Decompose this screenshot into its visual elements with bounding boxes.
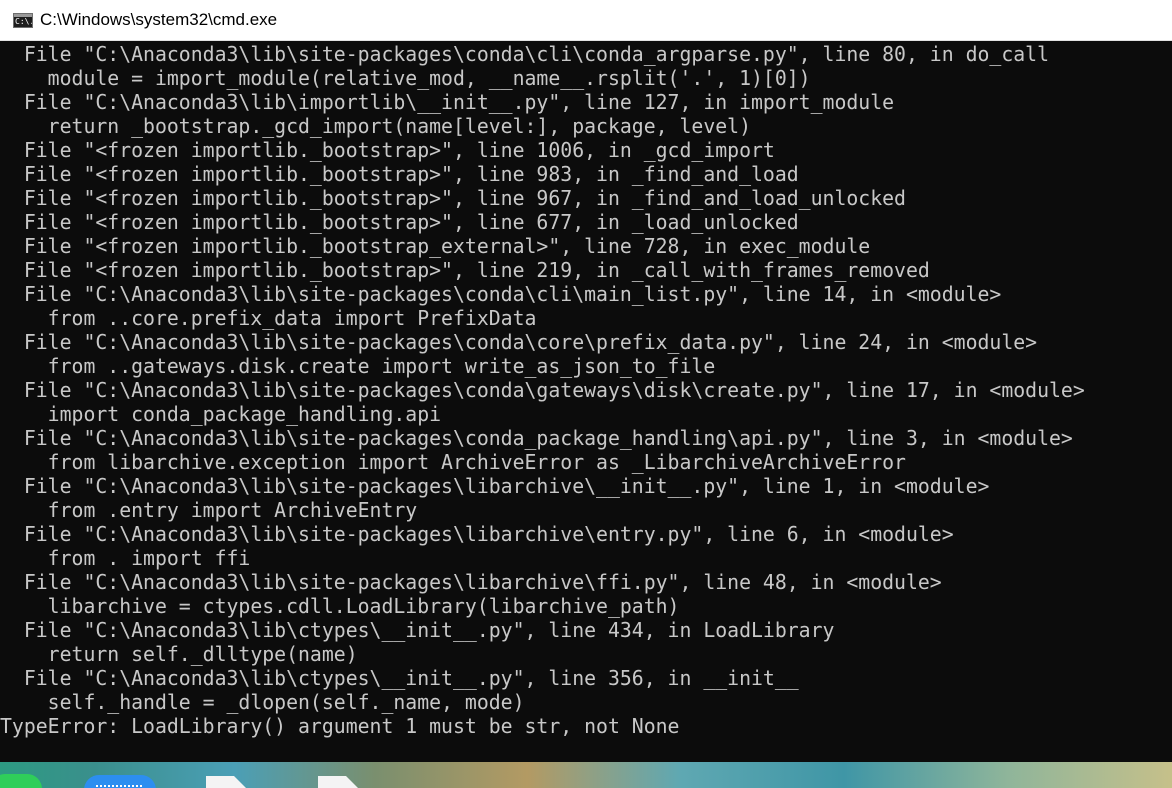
console-line-5: File "<frozen importlib._bootstrap>", li… (0, 138, 775, 162)
console-line-3: File "C:\Anaconda3\lib\importlib\__init_… (0, 90, 895, 114)
console-line-14: from ..gateways.disk.create import write… (0, 354, 716, 378)
console-line-4: return _bootstrap._gcd_import(name[level… (0, 114, 752, 138)
title-bar[interactable]: C:\. C:\Windows\system32\cmd.exe (0, 0, 1172, 41)
console-line-15: File "C:\Anaconda3\lib\site-packages\con… (0, 378, 1085, 402)
console-line-12: from ..core.prefix_data import PrefixDat… (0, 306, 537, 330)
console-line-28: self._handle = _dlopen(self._name, mode) (0, 690, 525, 714)
console-line-19: File "C:\Anaconda3\lib\site-packages\lib… (0, 474, 990, 498)
console-line-26: return self._dlltype(name) (0, 642, 358, 666)
console-line-17: File "C:\Anaconda3\lib\site-packages\con… (0, 426, 1073, 450)
console-line-11: File "C:\Anaconda3\lib\site-packages\con… (0, 282, 1002, 306)
console-line-9: File "<frozen importlib._bootstrap_exter… (0, 234, 871, 258)
error-line: TypeError: LoadLibrary() argument 1 must… (0, 714, 680, 738)
console-line-7: File "<frozen importlib._bootstrap>", li… (0, 186, 906, 210)
console-line-24: libarchive = ctypes.cdll.LoadLibrary(lib… (0, 594, 680, 618)
window-title: C:\Windows\system32\cmd.exe (40, 10, 278, 29)
console-line-25: File "C:\Anaconda3\lib\ctypes\__init__.p… (0, 618, 835, 642)
console-line-1: File "C:\Anaconda3\lib\site-packages\con… (0, 42, 1050, 66)
console-line-6: File "<frozen importlib._bootstrap>", li… (0, 162, 799, 186)
console-line-2: module = import_module(relative_mod, __n… (0, 66, 811, 90)
green-app-icon[interactable] (0, 774, 42, 788)
scrollbar-track[interactable] (1164, 41, 1172, 762)
console-line-23: File "C:\Anaconda3\lib\site-packages\lib… (0, 570, 942, 594)
console-output[interactable]: File "C:\Anaconda3\lib\site-packages\con… (0, 42, 1150, 762)
console-line-18: from libarchive.exception import Archive… (0, 450, 906, 474)
console-line-13: File "C:\Anaconda3\lib\site-packages\con… (0, 330, 1038, 354)
cmd-window: C:\. C:\Windows\system32\cmd.exe File "C… (0, 0, 1172, 762)
console-line-20: from .entry import ArchiveEntry (0, 498, 418, 522)
desktop-wallpaper (0, 762, 1172, 788)
blue-app-icon[interactable] (84, 775, 156, 788)
console-line-22: from . import ffi (0, 546, 251, 570)
console-line-10: File "<frozen importlib._bootstrap>", li… (0, 258, 930, 282)
console-line-8: File "<frozen importlib._bootstrap>", li… (0, 210, 799, 234)
console-line-27: File "C:\Anaconda3\lib\ctypes\__init__.p… (0, 666, 799, 690)
console-line-16: import conda_package_handling.api (0, 402, 442, 426)
console-line-21: File "C:\Anaconda3\lib\site-packages\lib… (0, 522, 954, 546)
document-icon[interactable] (206, 776, 246, 788)
cmd-icon: C:\. (13, 12, 33, 28)
document-icon[interactable] (318, 776, 358, 788)
